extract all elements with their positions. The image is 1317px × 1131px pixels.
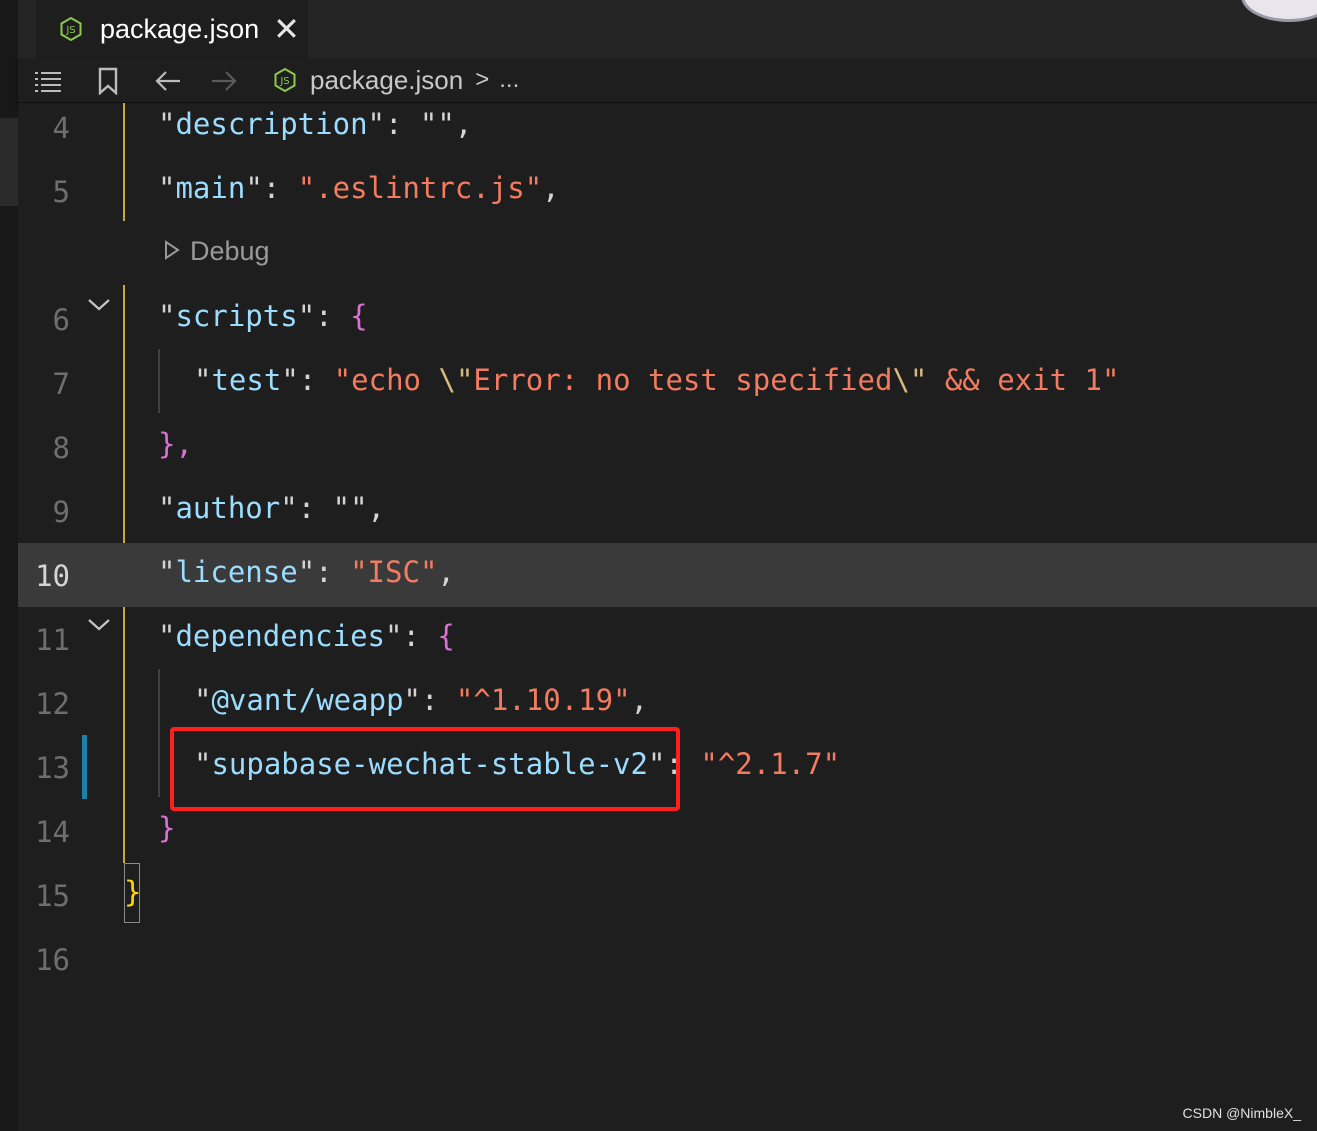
svg-text:JS: JS — [279, 76, 289, 87]
annotation-highlight-box — [170, 727, 680, 811]
line-number: 5 — [52, 175, 70, 209]
json-key: license — [175, 555, 298, 589]
breadcrumb-separator: > — [475, 66, 490, 93]
line-number: 7 — [52, 367, 70, 401]
json-brace: }, — [158, 427, 193, 461]
arrow-left-icon[interactable] — [152, 66, 184, 96]
json-value: ^1.10.19 — [473, 683, 614, 717]
chevron-down-icon[interactable] — [86, 615, 112, 635]
json-brace: { — [437, 619, 455, 653]
json-key: main — [175, 171, 246, 205]
line-code: "author": "", — [158, 491, 385, 525]
line-code: }, — [158, 427, 193, 461]
codelens-label: Debug — [190, 235, 270, 266]
play-outline-icon — [164, 236, 180, 267]
json-value-part: echo — [351, 363, 439, 397]
line-number: 15 — [35, 879, 70, 913]
json-escape: \" — [438, 363, 474, 397]
nodejs-icon: JS — [274, 67, 296, 93]
nodejs-icon: JS — [60, 16, 82, 42]
breadcrumb-more[interactable]: ... — [499, 66, 519, 94]
line-number: 10 — [35, 559, 70, 593]
list-icon[interactable] — [32, 66, 64, 96]
code-line: 6 "scripts": { — [18, 287, 1317, 351]
json-value-part: && exit 1 — [927, 363, 1102, 397]
json-brace: { — [350, 299, 368, 333]
line-number: 12 — [35, 687, 70, 721]
line-code: "scripts": { — [158, 299, 368, 333]
editor-toolbar: JS package.json > ... — [18, 58, 1317, 103]
line-code: "dependencies": { — [158, 619, 455, 653]
json-value: ^2.1.7 — [717, 747, 823, 781]
line-code: "@vant/weapp": "^1.10.19", — [194, 683, 649, 717]
line-code: "test": "echo \"Error: no test specified… — [194, 363, 1120, 397]
line-number: 11 — [35, 623, 70, 657]
overlay-shape — [1241, 0, 1317, 22]
code-line-current: 10 "license": "ISC", — [18, 543, 1317, 607]
bracket-match-box — [124, 863, 140, 923]
json-value: .eslintrc.js — [315, 171, 525, 205]
line-code: "main": ".eslintrc.js", — [158, 171, 560, 205]
tab-package-json[interactable]: JS package.json ✕ — [36, 0, 308, 58]
chevron-down-icon[interactable] — [86, 295, 112, 315]
json-brace: } — [158, 811, 176, 845]
line-code: } — [158, 811, 175, 845]
breadcrumb: JS package.json > ... — [274, 62, 519, 98]
strip-marker — [0, 118, 18, 206]
json-key: dependencies — [175, 619, 385, 653]
codelens-debug[interactable]: Debug — [164, 233, 270, 269]
line-code: "license": "ISC", — [158, 555, 455, 589]
activity-strip — [0, 0, 18, 1131]
line-number: 6 — [52, 303, 70, 337]
watermark: CSDN @NimbleX_ — [1182, 1105, 1301, 1121]
json-key: @vant/weapp — [211, 683, 404, 717]
line-number: 14 — [35, 815, 70, 849]
code-line: 5 "main": ".eslintrc.js", — [18, 159, 1317, 223]
code-line: 16 — [18, 927, 1317, 991]
code-line: 12 "@vant/weapp": "^1.10.19", — [18, 671, 1317, 735]
code-line: 9 "author": "", — [18, 479, 1317, 543]
line-number: 4 — [52, 111, 70, 145]
line-number: 9 — [52, 495, 70, 529]
code-line: 4 "description": "", — [18, 103, 1317, 159]
tab-label: package.json — [100, 13, 260, 44]
line-code: "description": "", — [158, 107, 473, 141]
code-line: 7 "test": "echo \"Error: no test specifi… — [18, 351, 1317, 415]
json-key: test — [211, 363, 282, 397]
json-value-part: Error: no test specified — [473, 363, 893, 397]
breadcrumb-file[interactable]: package.json — [310, 65, 463, 96]
arrow-right-icon[interactable] — [208, 66, 240, 96]
line-number: 16 — [35, 943, 70, 977]
svg-text:JS: JS — [65, 25, 75, 36]
json-key: scripts — [175, 299, 298, 333]
json-value: ISC — [367, 555, 420, 589]
close-icon[interactable]: ✕ — [273, 13, 300, 45]
line-number: 8 — [52, 431, 70, 465]
code-line: 15 } — [18, 863, 1317, 927]
line-number: 13 — [35, 751, 70, 785]
code-line: 11 "dependencies": { — [18, 607, 1317, 671]
code-line: 8 }, — [18, 415, 1317, 479]
tab-bar: JS package.json ✕ — [18, 0, 1317, 58]
json-escape: \" — [892, 363, 928, 397]
code-editor[interactable]: 4 "description": "", 5 "main": ".eslintr… — [18, 103, 1317, 1131]
json-key: author — [175, 491, 281, 525]
json-key: description — [175, 107, 368, 141]
bookmark-icon[interactable] — [92, 66, 124, 96]
